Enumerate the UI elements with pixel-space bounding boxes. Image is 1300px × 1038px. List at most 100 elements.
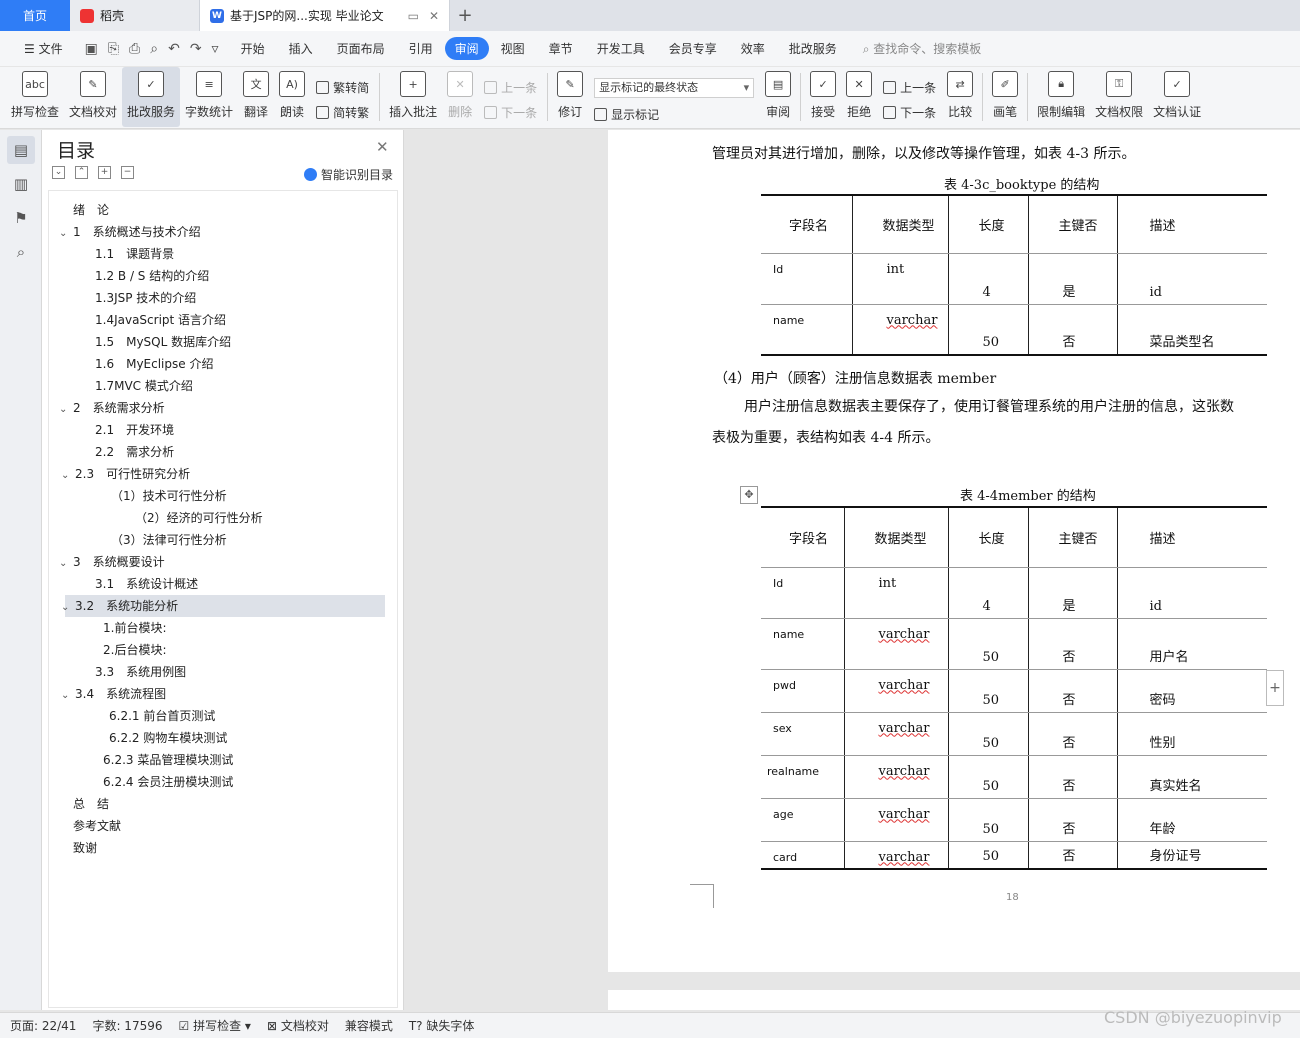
missing-font[interactable]: T? 缺失字体 bbox=[409, 1017, 475, 1034]
new-tab-button[interactable]: + bbox=[450, 0, 480, 31]
table-cell[interactable]: id bbox=[1116, 566, 1267, 619]
restrict-edit-button[interactable]: 🔒︎ 限制编辑 bbox=[1032, 67, 1090, 127]
table-cell[interactable]: 4 bbox=[947, 566, 1029, 619]
table-cell[interactable]: varchar bbox=[843, 617, 949, 670]
table-header-cell[interactable]: 数据类型 bbox=[843, 506, 949, 568]
chevron-down-icon[interactable]: ⌄ bbox=[59, 223, 73, 245]
spell-check-button[interactable]: abc 拼写检查 bbox=[6, 67, 64, 127]
menu-efficiency[interactable]: 效率 bbox=[729, 40, 777, 57]
tab-docer[interactable]: 稻壳 bbox=[70, 0, 200, 31]
reject-button[interactable]: ✕ 拒绝 bbox=[841, 67, 877, 127]
bookmark-icon[interactable]: ⚑ bbox=[7, 204, 35, 232]
table-cell[interactable]: 否 bbox=[1027, 668, 1118, 713]
translate-button[interactable]: 文翻译 bbox=[238, 67, 274, 127]
table-header-cell[interactable]: 长度 bbox=[947, 194, 1029, 254]
tab-document[interactable]: W 基于JSP的网...实现 毕业论文 ▭ ✕ bbox=[200, 0, 450, 31]
trad-to-simp-button[interactable]: 繁转简 bbox=[316, 79, 369, 96]
page-indicator[interactable]: 页面: 22/41 bbox=[10, 1017, 76, 1034]
menu-review[interactable]: 审阅 bbox=[444, 37, 489, 60]
status-spell-check[interactable]: ☑ 拼写检查 ▾ bbox=[179, 1017, 251, 1034]
table-move-handle-icon[interactable]: ✥ bbox=[740, 486, 758, 504]
prev-revision-button[interactable]: 上一条 bbox=[883, 79, 936, 96]
simp-to-trad-button[interactable]: 简转繁 bbox=[316, 104, 369, 121]
table-cell[interactable]: varchar bbox=[851, 303, 949, 356]
undo-icon[interactable]: ↶ bbox=[168, 41, 180, 57]
expand-all-icon[interactable]: ⌄ bbox=[52, 166, 65, 179]
review-pane-button[interactable]: ▤ 审阅 bbox=[760, 67, 796, 127]
chevron-down-icon[interactable]: ⌄ bbox=[59, 553, 73, 575]
table-cell[interactable]: realname bbox=[761, 754, 845, 799]
table-header-cell[interactable]: 描述 bbox=[1116, 194, 1267, 254]
table-header-cell[interactable]: 描述 bbox=[1116, 506, 1267, 568]
menu-chapter[interactable]: 章节 bbox=[537, 40, 585, 57]
menu-start[interactable]: 开始 bbox=[229, 40, 277, 57]
table-cell[interactable]: 否 bbox=[1027, 617, 1118, 670]
table-cell[interactable]: varchar bbox=[843, 754, 949, 799]
table-cell[interactable]: 50 bbox=[947, 840, 1029, 870]
collapse-all-icon[interactable]: ⌃ bbox=[75, 166, 88, 179]
revise-button[interactable]: ✎ 修订 bbox=[552, 67, 588, 127]
chevron-down-icon[interactable]: ⌄ bbox=[59, 399, 73, 421]
export-icon[interactable]: ⎘ bbox=[108, 41, 119, 57]
table-cell[interactable]: 是 bbox=[1027, 566, 1118, 619]
toc-plus-icon[interactable]: + bbox=[98, 166, 111, 179]
menu-member[interactable]: 会员专享 bbox=[657, 40, 729, 57]
word-count-indicator[interactable]: 字数: 17596 bbox=[92, 1017, 162, 1034]
table-cell[interactable]: 否 bbox=[1027, 303, 1118, 356]
accept-button[interactable]: ✓ 接受 bbox=[805, 67, 841, 127]
table-cell[interactable]: 否 bbox=[1027, 797, 1118, 842]
toc-minus-icon[interactable]: − bbox=[121, 166, 134, 179]
table-header-cell[interactable]: 字段名 bbox=[761, 194, 853, 254]
table-cell[interactable]: int bbox=[843, 566, 949, 619]
read-aloud-button[interactable]: A) 朗读 bbox=[274, 67, 310, 127]
preview-icon[interactable]: ⌕ bbox=[150, 41, 158, 57]
table-cell[interactable]: 菜品类型名 bbox=[1116, 303, 1267, 356]
table-cell[interactable]: 50 bbox=[947, 303, 1029, 356]
table-cell[interactable]: pwd bbox=[761, 668, 845, 713]
document-page[interactable]: 管理员对其进行增加，删除，以及修改等操作管理，如表 4-3 所示。 表 4-3c… bbox=[608, 130, 1300, 972]
pin-icon[interactable]: ▭ bbox=[408, 9, 419, 23]
table-header-cell[interactable]: 主键否 bbox=[1027, 194, 1118, 254]
table-cell[interactable]: 否 bbox=[1027, 840, 1118, 870]
command-search[interactable]: ⌕ 查找命令、搜索模板 bbox=[863, 40, 982, 57]
table-header-cell[interactable]: 主键否 bbox=[1027, 506, 1118, 568]
table-cell[interactable]: name bbox=[761, 617, 845, 670]
save-icon[interactable]: ▣ bbox=[85, 41, 98, 57]
paragraph[interactable]: 表极为重要，表结构如表 4-4 所示。 bbox=[712, 427, 939, 447]
table-header-cell[interactable]: 长度 bbox=[947, 506, 1029, 568]
compare-button[interactable]: ⇄ 比较 bbox=[942, 67, 978, 127]
table-cell[interactable]: id bbox=[1116, 252, 1267, 305]
more-icon[interactable]: ▿ bbox=[212, 41, 219, 57]
next-revision-button[interactable]: 下一条 bbox=[883, 104, 936, 121]
menu-layout[interactable]: 页面布局 bbox=[325, 40, 397, 57]
grading-button[interactable]: ✓ 批改服务 bbox=[122, 67, 181, 127]
doc-permission-button[interactable]: ⚿ 文档权限 bbox=[1090, 67, 1148, 127]
table-cell[interactable]: sex bbox=[761, 711, 845, 756]
delete-comment-button[interactable]: ✕ 删除 bbox=[442, 67, 478, 127]
toc-item[interactable]: ⌄ 3.2 系统功能分析 bbox=[61, 595, 385, 617]
table-cell[interactable]: 否 bbox=[1027, 754, 1118, 799]
toc-close-icon[interactable]: ✕ bbox=[376, 138, 389, 156]
table-cell[interactable]: varchar bbox=[843, 711, 949, 756]
menu-view[interactable]: 视图 bbox=[489, 40, 537, 57]
markup-state-select[interactable]: 显示标记的最终状态 bbox=[594, 77, 755, 98]
menu-devtools[interactable]: 开发工具 bbox=[585, 40, 657, 57]
table-header-cell[interactable]: 字段名 bbox=[761, 506, 845, 568]
next-comment-button[interactable]: 下一条 bbox=[484, 104, 537, 121]
table-cell[interactable]: 50 bbox=[947, 668, 1029, 713]
table-cell[interactable]: 50 bbox=[947, 797, 1029, 842]
table-cell[interactable]: 否 bbox=[1027, 711, 1118, 756]
table-cell[interactable]: 真实姓名 bbox=[1116, 754, 1267, 799]
table-cell[interactable]: Id bbox=[761, 252, 853, 305]
table-cell[interactable]: varchar bbox=[843, 840, 949, 870]
paragraph[interactable]: 用户注册信息数据表主要保存了，使用订餐管理系统的用户注册的信息，这张数 bbox=[744, 396, 1234, 416]
chevron-down-icon[interactable]: ⌄ bbox=[61, 465, 75, 487]
table-cell[interactable]: 年龄 bbox=[1116, 797, 1267, 842]
table-cell[interactable]: name bbox=[761, 303, 853, 356]
chevron-down-icon[interactable]: ⌄ bbox=[61, 685, 75, 707]
tab-home[interactable]: 首页 bbox=[0, 0, 70, 31]
table-cell[interactable]: 50 bbox=[947, 711, 1029, 756]
show-markup-button[interactable]: 显示标记 bbox=[594, 106, 754, 123]
table-cell[interactable]: 身份证号 bbox=[1116, 840, 1267, 870]
table-cell[interactable]: 50 bbox=[947, 754, 1029, 799]
